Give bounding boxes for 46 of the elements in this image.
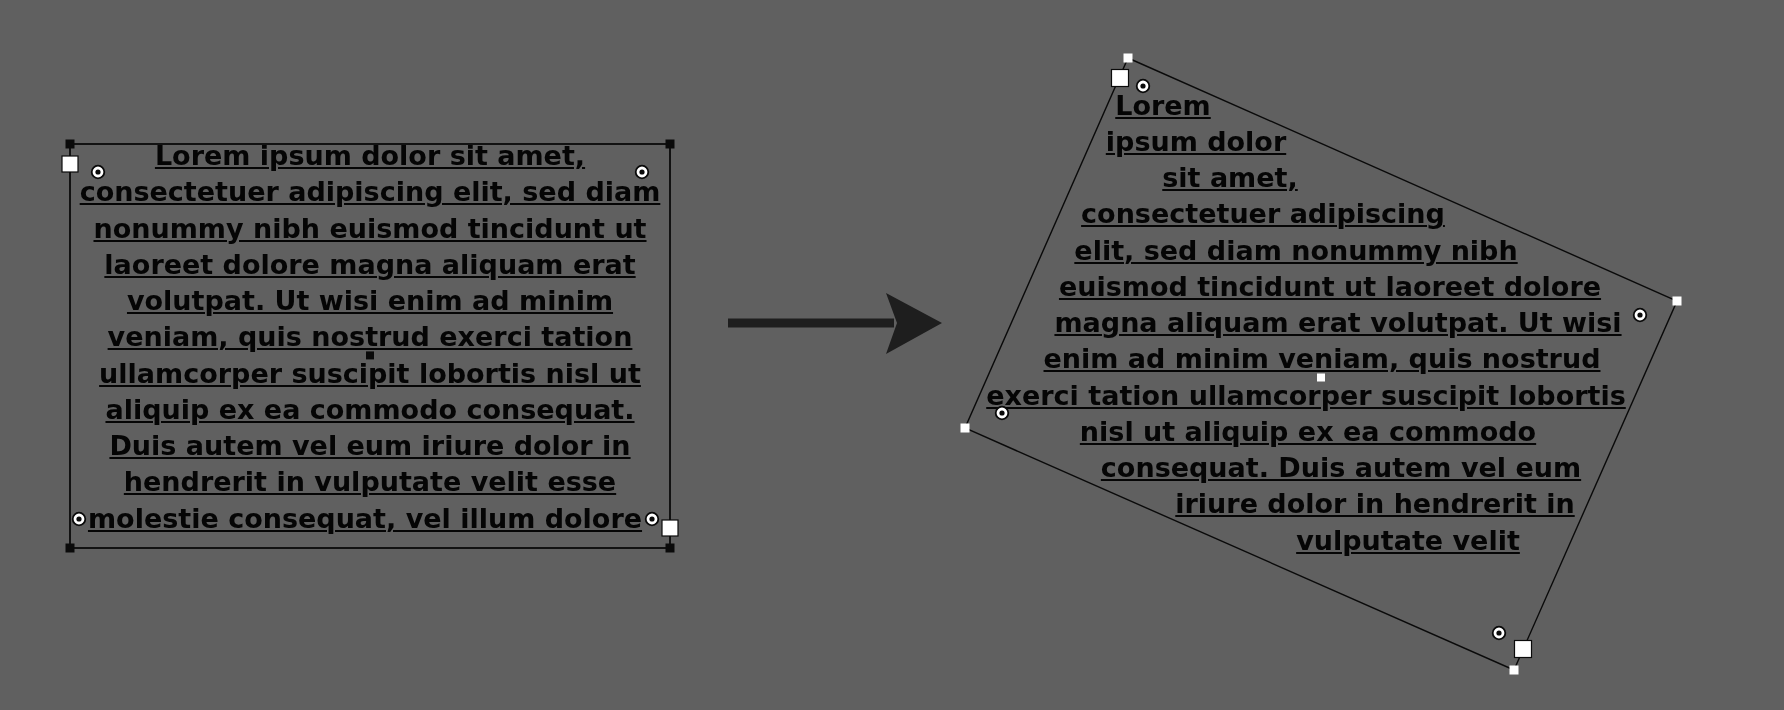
text-line: ipsum dolor: [1105, 126, 1287, 157]
text-line: hendrerit in vulputate velit esse: [123, 467, 617, 498]
text-line: nisl ut aliquip ex ea commodo: [1079, 416, 1537, 447]
text-line: Duis autem vel eum iriure dolor in: [109, 431, 631, 461]
square-handle[interactable]: [1110, 68, 1130, 88]
round-handle[interactable]: [90, 164, 106, 180]
text-line: ullamcorper suscipit lobortis nisl ut: [99, 358, 641, 389]
text-line: veniam, quis nostrud exerci tation: [107, 322, 633, 353]
corner-handle[interactable]: [960, 423, 970, 433]
square-handle[interactable]: [661, 519, 679, 537]
text-line: sit amet,: [1162, 163, 1298, 194]
text-line: euismod tincidunt ut laoreet dolore: [1058, 271, 1602, 302]
round-handle[interactable]: [1491, 625, 1507, 641]
corner-handle[interactable]: [65, 543, 75, 553]
center-handle[interactable]: [1317, 373, 1325, 382]
text-line: consectetuer adipiscing elit, sed diam: [79, 177, 661, 208]
text-line: Lorem ipsum dolor sit amet,: [154, 141, 586, 171]
text-line: laoreet dolore magna aliquam erat: [104, 249, 636, 280]
round-handle[interactable]: [644, 511, 660, 527]
corner-handle[interactable]: [65, 139, 75, 149]
round-handle[interactable]: [994, 405, 1010, 421]
text-line: magna aliquam erat volutpat. Ut wisi: [1054, 308, 1622, 339]
corner-handle[interactable]: [665, 543, 675, 553]
corner-handle[interactable]: [1123, 53, 1133, 63]
corner-handle[interactable]: [1509, 665, 1519, 675]
text-line: iriure dolor in hendrerit in: [1175, 489, 1575, 520]
center-handle[interactable]: [366, 351, 374, 360]
round-handle[interactable]: [71, 511, 87, 527]
corner-handle[interactable]: [1672, 296, 1682, 306]
square-handle[interactable]: [1513, 639, 1533, 659]
corner-handle[interactable]: [665, 139, 675, 149]
square-handle[interactable]: [61, 155, 79, 173]
text-line: consequat. Duis autem vel eum: [1100, 453, 1582, 484]
text-line: molestie consequat, vel illum dolore: [87, 503, 643, 534]
round-handle[interactable]: [1632, 307, 1648, 323]
text-line: volutpat. Ut wisi enim ad minim: [126, 286, 614, 316]
text-line: aliquip ex ea commodo consequat.: [105, 394, 635, 425]
round-handle[interactable]: [1135, 78, 1151, 94]
text-line: elit, sed diam nonummy nibh: [1074, 235, 1518, 266]
text-line: vulputate velit: [1296, 525, 1520, 556]
text-line: nonummy nibh euismod tincidunt ut: [93, 213, 647, 244]
text-line: enim ad minim veniam, quis nostrud: [1043, 344, 1601, 375]
text-line: exerci tation ullamcorper suscipit lobortis: [986, 380, 1626, 411]
text-line: Lorem: [1115, 90, 1211, 121]
text-line: consectetuer adipiscing: [1081, 199, 1445, 230]
round-handle[interactable]: [634, 164, 650, 180]
